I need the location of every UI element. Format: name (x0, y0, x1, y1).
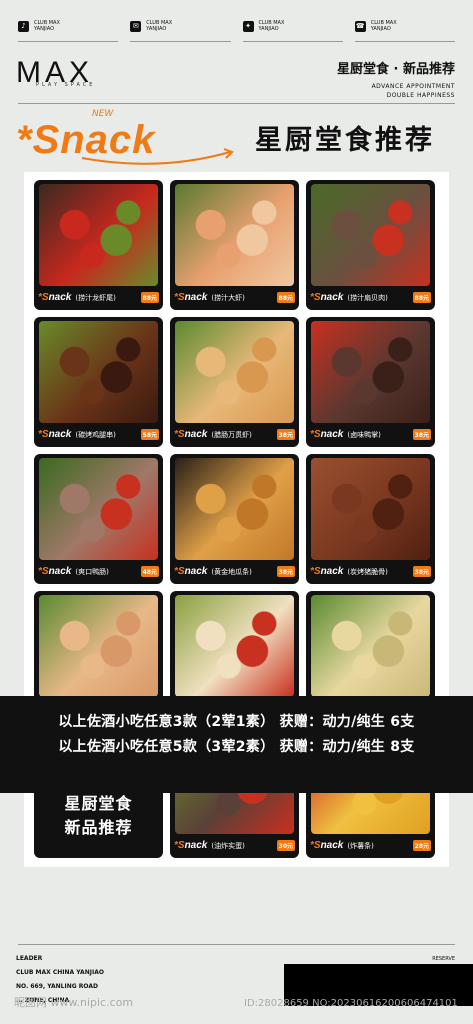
food-photo (39, 595, 158, 697)
food-photo (311, 321, 430, 423)
social-bar: ♪ CLUB MAX YANJIAO ✉ CLUB MAX YANJIAO ✦ CLUB … (18, 14, 455, 42)
food-photo (39, 184, 158, 286)
hero-swoosh-icon (81, 148, 234, 165)
menu-item-name: (卤味鸭掌) (347, 430, 381, 439)
offer-banner: 以上佐酒小吃任意3款（2荤1素） 获赠：动力/纯生 6支 以上佐酒小吃任意5款（… (0, 696, 473, 793)
social-text: CLUB MAX YANJIAO (258, 20, 285, 32)
offer-line-1: 以上佐酒小吃任意3款（2荤1素） 获赠：动力/纯生 6支 (58, 714, 415, 730)
footer-leader: LEADER (16, 955, 43, 962)
chat-icon: ✉ (130, 20, 142, 32)
food-photo (39, 458, 158, 560)
menu-item-price: 30元 (276, 840, 295, 851)
snack-logo: *Snack (174, 429, 208, 440)
menu-item-card[interactable]: *Snack (捞汁龙虾尾) 88元 (34, 180, 163, 310)
menu-item-price: 38元 (276, 566, 295, 577)
phone-icon: ☎ (354, 20, 366, 32)
menu-item-card[interactable]: *Snack (碳烤鸡腿串) 58元 (34, 317, 163, 447)
social-text: CLUB MAX YANJIAO (34, 20, 60, 32)
menu-item-card[interactable]: *Snack (捞汁大虾) 88元 (170, 180, 299, 310)
food-photo (175, 595, 294, 697)
snack-logo: *Snack (310, 429, 344, 440)
menu-item-caption: *Snack (碳烤鸡腿串) 58元 (38, 425, 159, 444)
menu-item-price: 38元 (412, 429, 431, 440)
food-photo (311, 458, 430, 560)
menu-item-price: 88元 (412, 292, 431, 303)
footer-club: CLUB MAX CHINA YANJIAO (16, 969, 104, 976)
social-item: ♪ CLUB MAX YANJIAO (18, 14, 119, 42)
footer-divider (18, 944, 455, 945)
tiktok-icon: ♪ (18, 20, 29, 32)
offer-line-2: 以上佐酒小吃任意5款（3荤2素） 获赠：动力/纯生 8支 (58, 739, 415, 755)
food-photo (175, 321, 294, 423)
menu-item-card[interactable]: *Snack (炭烤猪脆骨) 38元 (306, 454, 435, 584)
bird-icon: ✦ (242, 20, 254, 32)
menu-item-price: 58元 (140, 429, 159, 440)
menu-item-price: 38元 (412, 566, 431, 577)
menu-item-name: (捞汁大虾) (211, 293, 245, 302)
menu-item-caption: *Snack (炭烤猪脆骨) 38元 (310, 562, 431, 581)
food-photo (175, 184, 294, 286)
snack-logo: *Snack (310, 566, 344, 577)
header-info: 星厨堂食 · 新品推荐 ADVANCE APPOINTMENT DOUBLE H… (337, 58, 455, 100)
menu-item-card[interactable]: *Snack (爽口鸭肠) 48元 (34, 454, 163, 584)
snack-logo: *Snack (174, 566, 208, 577)
social-text: CLUB MAX YANJIAO (146, 20, 173, 32)
menu-item-price: 88元 (276, 292, 295, 303)
menu-item-caption: *Snack (捞汁大虾) 88元 (174, 288, 295, 307)
menu-item-caption: *Snack (爽口鸭肠) 48元 (38, 562, 159, 581)
promo-line-2: 新品推荐 (64, 818, 133, 837)
social-item: ✉ CLUB MAX YANJIAO (130, 14, 231, 42)
promo-line-1: 星厨堂食 (64, 794, 133, 813)
menu-item-name: (腊肠万贯虾) (211, 430, 252, 439)
menu-item-name: (捞汁扇贝肉) (347, 293, 388, 302)
menu-item-card[interactable]: *Snack (卤味鸭掌) 38元 (306, 317, 435, 447)
snack-logo: *Snack (174, 292, 208, 303)
menu-item-price: 28元 (412, 840, 431, 851)
menu-item-name: (炸薯条) (347, 841, 374, 850)
footer-reserve: RESERVE (432, 956, 455, 962)
menu-item-caption: *Snack (捞汁扇贝肉) 88元 (310, 288, 431, 307)
snack-logo: *Snack (174, 840, 208, 851)
hero-chinese-title: 星厨堂食推荐 (255, 125, 435, 156)
social-item: ✦ CLUB MAX YANJIAO (242, 14, 343, 42)
menu-item-name: (爽口鸭肠) (75, 567, 109, 576)
snack-logo: *Snack (38, 429, 72, 440)
menu-item-card[interactable]: *Snack (捞汁扇贝肉) 88元 (306, 180, 435, 310)
watermark-site: 昵图网 www.nipic.com (14, 996, 134, 1009)
menu-item-name: (黄金地瓜条) (211, 567, 252, 576)
menu-item-caption: *Snack (炸薯条) 28元 (310, 836, 431, 855)
menu-item-name: (炭烤猪脆骨) (347, 567, 388, 576)
menu-item-name: (油炸实蛋) (211, 841, 245, 850)
snack-logo: *Snack (38, 292, 72, 303)
header-line-2: DOUBLE HAPPINESS (386, 92, 455, 99)
watermark-id: ID:28028659 NO:20230616200606474101 (244, 998, 458, 1009)
logo-subtitle: PLAY SPACE (36, 82, 96, 88)
snack-logo: *Snack (38, 566, 72, 577)
food-photo (311, 595, 430, 697)
menu-item-price: 88元 (140, 292, 159, 303)
food-photo (311, 184, 430, 286)
menu-item-caption: *Snack (黄金地瓜条) 38元 (174, 562, 295, 581)
snack-logo: *Snack (310, 840, 344, 851)
menu-item-caption: *Snack (油炸实蛋) 30元 (174, 836, 295, 855)
snack-logo: *Snack (310, 292, 344, 303)
social-text: CLUB MAX YANJIAO (370, 20, 397, 32)
menu-item-name: (捞汁龙虾尾) (75, 293, 116, 302)
social-item: ☎ CLUB MAX YANJIAO (354, 14, 455, 42)
menu-item-caption: *Snack (腊肠万贯虾) 38元 (174, 425, 295, 444)
menu-item-card[interactable]: *Snack (腊肠万贯虾) 38元 (170, 317, 299, 447)
header-title: 星厨堂食 · 新品推荐 (337, 62, 455, 77)
food-photo (39, 321, 158, 423)
menu-item-price: 48元 (140, 566, 159, 577)
header-line-1: ADVANCE APPOINTMENT (371, 83, 455, 90)
menu-item-price: 38元 (276, 429, 295, 440)
menu-item-card[interactable]: *Snack (黄金地瓜条) 38元 (170, 454, 299, 584)
menu-item-caption: *Snack (卤味鸭掌) 38元 (310, 425, 431, 444)
menu-item-name: (碳烤鸡腿串) (75, 430, 116, 439)
footer-address-1: NO. 669, YANLING ROAD (16, 983, 98, 990)
header-divider (18, 103, 455, 104)
menu-item-caption: *Snack (捞汁龙虾尾) 88元 (38, 288, 159, 307)
food-photo (175, 458, 294, 560)
